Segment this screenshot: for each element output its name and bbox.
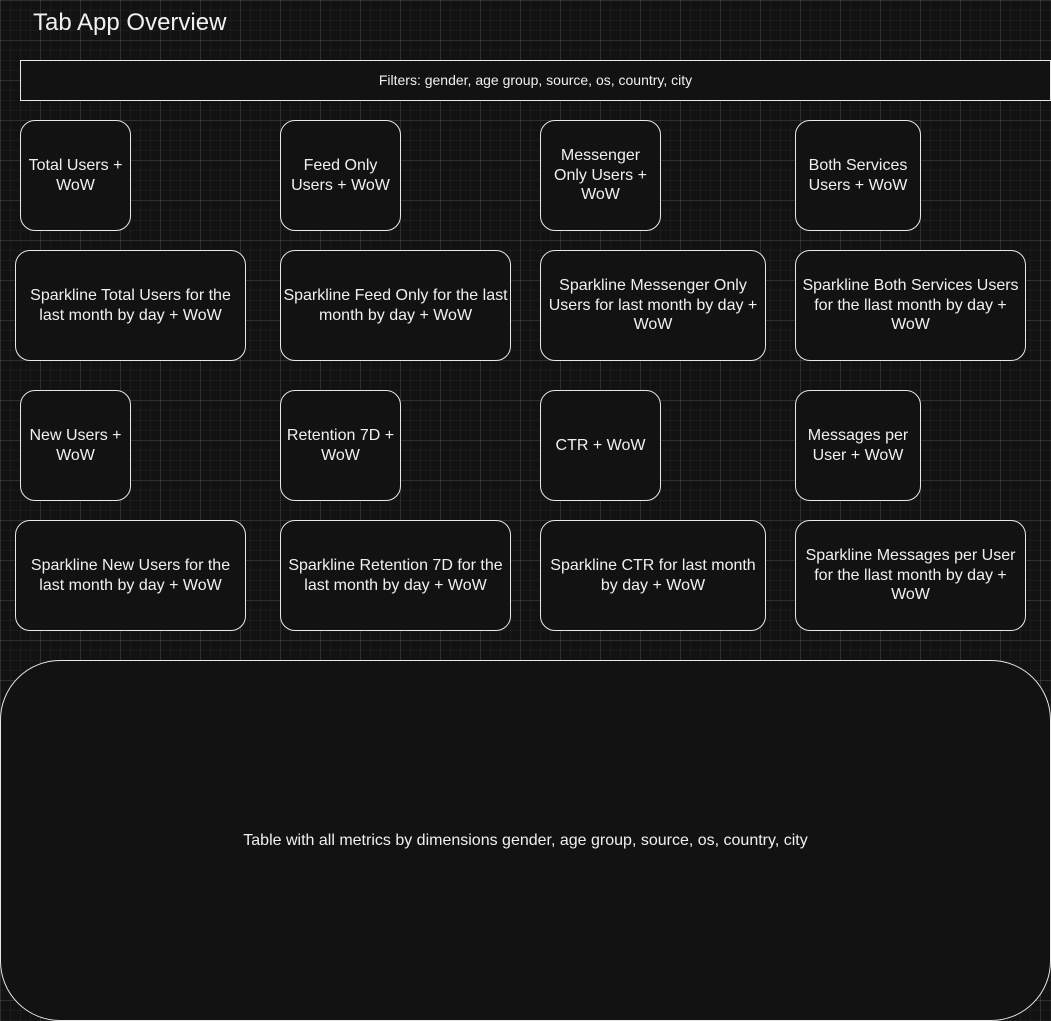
kpi-new-users[interactable]: New Users + WoW xyxy=(20,390,131,501)
sparkline-ctr[interactable]: Sparkline CTR for last month by day + Wo… xyxy=(540,520,766,631)
metrics-table[interactable]: Table with all metrics by dimensions gen… xyxy=(0,660,1051,1021)
sparkline-messenger-only-users[interactable]: Sparkline Messenger Only Users for last … xyxy=(540,250,766,361)
page-title: Tab App Overview xyxy=(33,9,227,36)
sparkline-total-users[interactable]: Sparkline Total Users for the last month… xyxy=(15,250,246,361)
kpi-both-services-users[interactable]: Both Services Users + WoW xyxy=(795,120,921,231)
sparkline-retention-7d[interactable]: Sparkline Retention 7D for the last mont… xyxy=(280,520,511,631)
sparkline-feed-only[interactable]: Sparkline Feed Only for the last month b… xyxy=(280,250,511,361)
sparkline-new-users[interactable]: Sparkline New Users for the last month b… xyxy=(15,520,246,631)
kpi-messenger-only-users[interactable]: Messenger Only Users + WoW xyxy=(540,120,661,231)
filters-panel[interactable]: Filters: gender, age group, source, os, … xyxy=(20,60,1051,101)
kpi-messages-per-user[interactable]: Messages per User + WoW xyxy=(795,390,921,501)
kpi-total-users[interactable]: Total Users + WoW xyxy=(20,120,131,231)
kpi-feed-only-users[interactable]: Feed Only Users + WoW xyxy=(280,120,401,231)
kpi-retention-7d[interactable]: Retention 7D + WoW xyxy=(280,390,401,501)
sparkline-both-services-users[interactable]: Sparkline Both Services Users for the ll… xyxy=(795,250,1026,361)
sparkline-messages-per-user[interactable]: Sparkline Messages per User for the llas… xyxy=(795,520,1026,631)
kpi-ctr[interactable]: CTR + WoW xyxy=(540,390,661,501)
